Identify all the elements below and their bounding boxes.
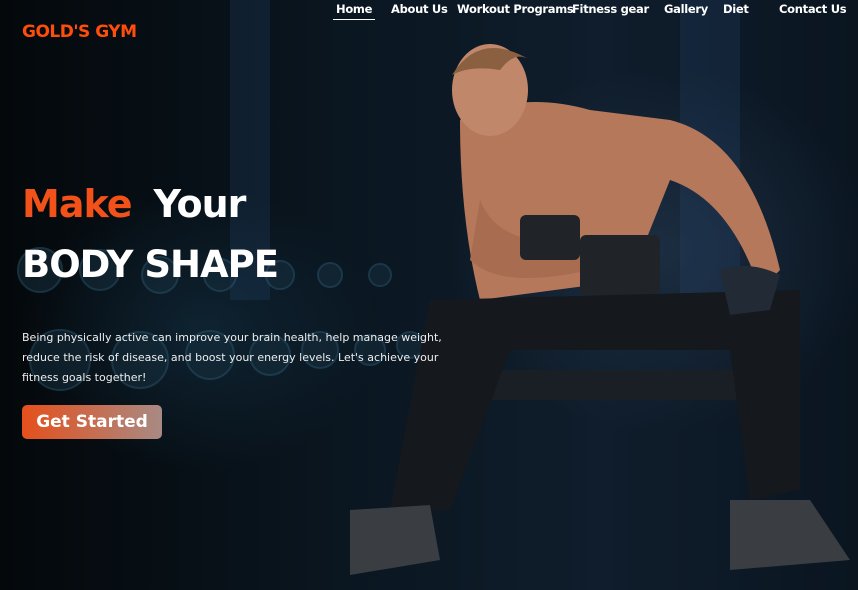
hero-title-line1: Make Your bbox=[22, 182, 246, 226]
nav-workout-programs[interactable]: Workout Programs bbox=[457, 2, 574, 16]
main-nav: Home About Us Workout Programs Fitness g… bbox=[0, 0, 858, 20]
logo[interactable]: GOLD'S GYM bbox=[22, 22, 137, 42]
nav-diet[interactable]: Diet bbox=[723, 2, 749, 16]
nav-gallery[interactable]: Gallery bbox=[664, 2, 708, 16]
get-started-button[interactable]: Get Started bbox=[22, 405, 162, 439]
hero-title-line2: BODY SHAPE bbox=[22, 243, 279, 286]
hero-title-accent: Make bbox=[22, 182, 132, 226]
nav-fitness-gear[interactable]: Fitness gear bbox=[572, 2, 649, 16]
nav-about-us[interactable]: About Us bbox=[391, 2, 448, 16]
hero-description: Being physically active can improve your… bbox=[22, 331, 442, 384]
hero-title-word: Your bbox=[153, 182, 246, 226]
athlete-photo bbox=[350, 44, 850, 575]
hero-background-image bbox=[0, 0, 858, 590]
nav-contact-us[interactable]: Contact Us bbox=[779, 2, 847, 16]
nav-home[interactable]: Home bbox=[333, 2, 376, 20]
